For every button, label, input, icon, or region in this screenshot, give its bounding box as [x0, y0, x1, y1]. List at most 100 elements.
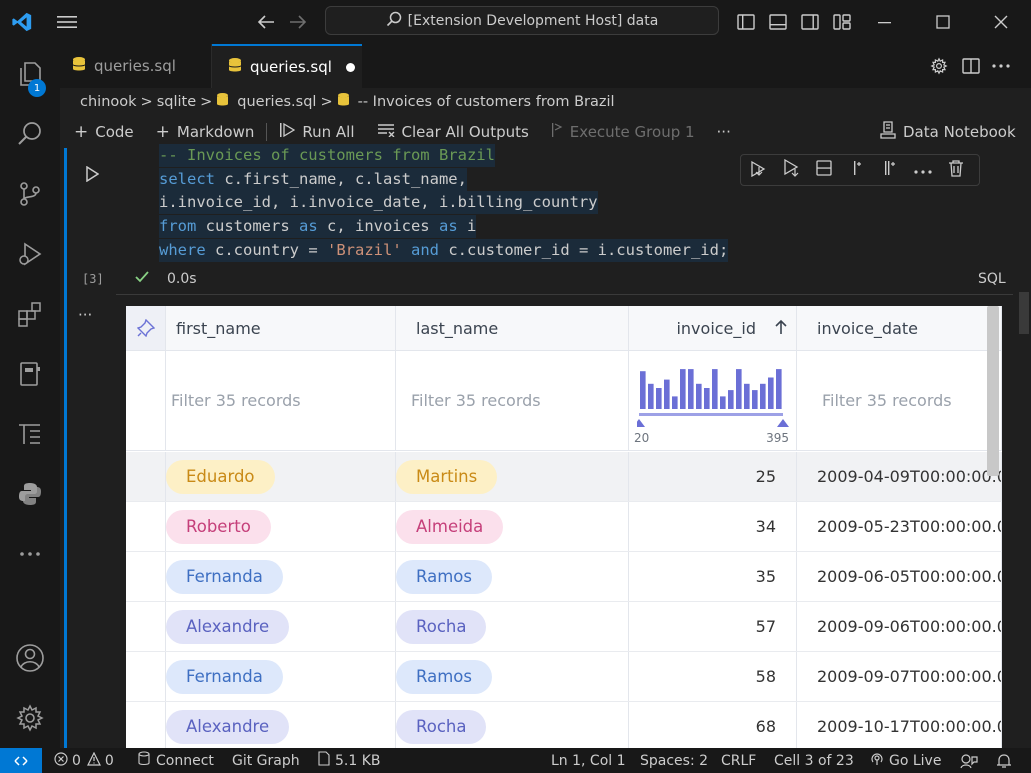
column-header-invoice-date[interactable]: invoice_date: [797, 306, 1002, 351]
remote-indicator-icon[interactable]: [0, 748, 42, 773]
run-debug-icon[interactable]: [0, 230, 60, 278]
histogram-range-track[interactable]: [639, 413, 783, 416]
notifications-bell-icon[interactable]: [996, 748, 1012, 773]
extensions-icon[interactable]: [0, 290, 60, 338]
menu-icon[interactable]: [52, 0, 82, 44]
notebook-settings-gear-icon[interactable]: [926, 44, 952, 88]
breadcrumb-item-chinook[interactable]: chinook: [80, 94, 137, 110]
cell-first-name[interactable]: Roberto: [166, 502, 396, 551]
search-icon[interactable]: [0, 110, 60, 158]
grid-scrollbar[interactable]: [987, 306, 999, 476]
code-line[interactable]: i.invoice_id, i.invoice_date, i.billing_…: [159, 191, 598, 215]
cell-indicator[interactable]: Cell 3 of 23: [774, 748, 854, 773]
code-line[interactable]: -- Invoices of customers from Brazil: [159, 144, 495, 167]
filter-first-name[interactable]: Filter 35 records: [166, 351, 396, 451]
toggle-panel-icon[interactable]: [766, 0, 790, 44]
histogram-bar[interactable]: [680, 369, 686, 409]
filter-invoice-date[interactable]: Filter 35 records: [797, 351, 1002, 451]
cell-first-name[interactable]: Eduardo: [166, 452, 396, 501]
cell-invoice-id[interactable]: 25: [629, 452, 797, 501]
connect-button[interactable]: Connect: [138, 748, 214, 773]
toolbar-more-button[interactable]: ···: [717, 123, 731, 141]
histogram-bar[interactable]: [712, 369, 718, 409]
column-header-last-name[interactable]: last_name: [396, 306, 629, 351]
cell-first-name[interactable]: Fernanda: [166, 652, 396, 701]
filter-invoice-id-histogram[interactable]: 20 395: [629, 351, 797, 451]
histogram-bar[interactable]: [720, 396, 726, 409]
cell-first-name[interactable]: Alexandre: [166, 602, 396, 651]
data-notebook-kernel-button[interactable]: Data Notebook: [880, 120, 1016, 144]
table-row[interactable]: Eduardo Martins 25 2009-04-09T00:00:00.0: [126, 452, 1002, 502]
histogram-bar[interactable]: [744, 383, 750, 409]
add-code-cell-button[interactable]: + Code: [74, 122, 134, 142]
cell-last-name[interactable]: Ramos: [396, 652, 629, 701]
cell-first-name[interactable]: Fernanda: [166, 552, 396, 601]
execute-group-button[interactable]: Execute Group 1: [551, 122, 695, 143]
histogram-bar[interactable]: [728, 390, 734, 409]
notebook-icon[interactable]: [0, 350, 60, 398]
table-row[interactable]: Alexandre Rocha 68 2009-10-17T00:00:00.0: [126, 702, 1002, 748]
cell-invoice-date[interactable]: 2009-04-09T00:00:00.0: [797, 452, 1002, 501]
insert-cell-after-icon[interactable]: [873, 159, 906, 181]
unsaved-dot-icon[interactable]: [345, 62, 355, 72]
histogram-bar[interactable]: [696, 383, 702, 409]
run-all-button[interactable]: Run All: [279, 122, 355, 143]
code-line[interactable]: where c.country = 'Brazil' and c.custome…: [159, 238, 729, 262]
table-row[interactable]: Roberto Almeida 34 2009-05-23T00:00:00.0: [126, 502, 1002, 552]
settings-gear-icon[interactable]: [0, 694, 60, 742]
maximize-icon[interactable]: [928, 0, 958, 44]
histogram-bar[interactable]: [752, 390, 758, 409]
customize-layout-icon[interactable]: [830, 0, 854, 44]
cell-last-name[interactable]: Rocha: [396, 602, 629, 651]
table-row[interactable]: Alexandre Rocha 57 2009-09-06T00:00:00.0: [126, 602, 1002, 652]
cell-invoice-date[interactable]: 2009-05-23T00:00:00.0: [797, 502, 1002, 551]
table-row[interactable]: Fernanda Ramos 35 2009-06-05T00:00:00.0: [126, 552, 1002, 602]
file-size-indicator[interactable]: 5.1 KB: [318, 748, 381, 773]
histogram-bar[interactable]: [664, 379, 670, 409]
histogram-bar[interactable]: [656, 388, 662, 409]
cell-language[interactable]: SQL: [978, 271, 1006, 287]
more-actions-icon[interactable]: [988, 44, 1014, 88]
cell-more-icon[interactable]: [906, 161, 939, 179]
split-cell-icon[interactable]: [807, 159, 840, 181]
output-more-button[interactable]: ···: [78, 306, 92, 324]
more-views-icon[interactable]: [0, 530, 60, 578]
delete-cell-icon[interactable]: [939, 159, 972, 181]
feedback-icon[interactable]: [960, 748, 978, 773]
explorer-icon[interactable]: 1: [0, 50, 60, 98]
histogram-bar[interactable]: [776, 369, 782, 409]
cell-invoice-id[interactable]: 57: [629, 602, 797, 651]
indentation-indicator[interactable]: Spaces: 2: [640, 748, 708, 773]
toggle-primary-sidebar-icon[interactable]: [734, 0, 758, 44]
command-center-search[interactable]: [Extension Development Host] data: [325, 6, 719, 35]
forward-arrow-icon[interactable]: [286, 0, 310, 44]
testing-icon[interactable]: [0, 410, 60, 458]
insert-cell-icon[interactable]: [840, 159, 873, 181]
run-cell-icon[interactable]: [80, 160, 104, 188]
histogram-max-handle[interactable]: [777, 419, 789, 427]
code-line[interactable]: select c.first_name, c.last_name,: [159, 167, 467, 191]
tab-queries-sql-2[interactable]: queries.sql: [212, 44, 362, 88]
cell-invoice-date[interactable]: 2009-09-06T00:00:00.0: [797, 602, 1002, 651]
histogram-bar[interactable]: [704, 388, 710, 409]
execute-above-icon[interactable]: [741, 159, 774, 181]
cell-invoice-id[interactable]: 68: [629, 702, 797, 748]
table-row[interactable]: Fernanda Ramos 58 2009-09-07T00:00:00.0: [126, 652, 1002, 702]
go-live-button[interactable]: Go Live: [870, 748, 941, 773]
breadcrumb-item-sqlite[interactable]: sqlite: [157, 94, 196, 110]
tab-queries-sql-1[interactable]: queries.sql: [60, 44, 212, 88]
histogram-bar[interactable]: [688, 369, 694, 409]
pin-column-icon[interactable]: [126, 306, 166, 351]
clear-all-outputs-button[interactable]: Clear All Outputs: [377, 122, 529, 142]
cell-last-name[interactable]: Martins: [396, 452, 629, 501]
cell-last-name[interactable]: Ramos: [396, 552, 629, 601]
histogram-bar[interactable]: [760, 383, 766, 409]
editor-scrollbar[interactable]: [1019, 292, 1029, 334]
cell-first-name[interactable]: Alexandre: [166, 702, 396, 748]
cell-invoice-id[interactable]: 34: [629, 502, 797, 551]
filter-last-name[interactable]: Filter 35 records: [396, 351, 629, 451]
histogram-min-handle[interactable]: [637, 419, 645, 427]
breadcrumb-item-cell[interactable]: -- Invoices of customers from Brazil: [358, 94, 615, 110]
column-header-invoice-id[interactable]: invoice_id: [629, 306, 797, 351]
column-header-first-name[interactable]: first_name: [166, 306, 396, 351]
